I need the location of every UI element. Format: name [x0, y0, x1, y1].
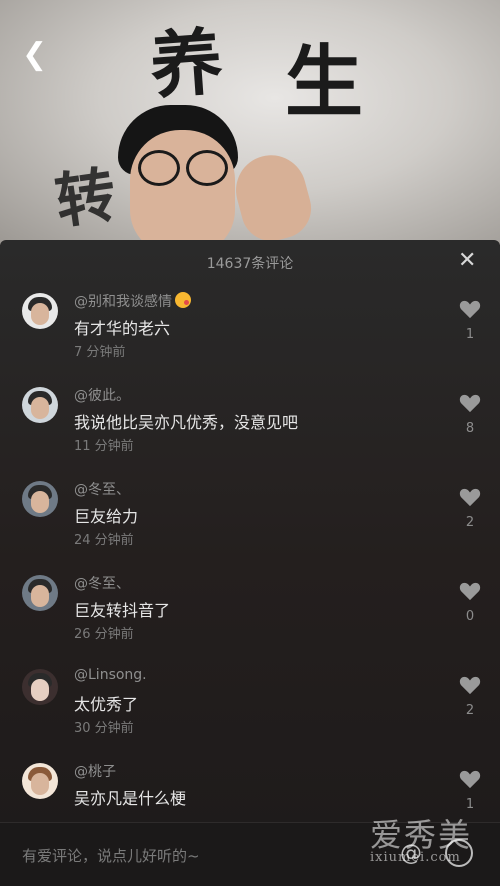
video-person	[110, 95, 320, 245]
comment-text: 巨友转抖音了	[74, 601, 171, 620]
comment-text: 巨友给力	[74, 507, 139, 526]
avatar[interactable]	[22, 575, 58, 611]
comment-count-title: 14637条评论	[206, 256, 294, 272]
comment-item[interactable]: @冬至、 巨友给力 24 分钟前 2	[0, 481, 500, 575]
kiss-emoji-icon	[175, 292, 191, 308]
comment-text: 有才华的老六	[74, 319, 171, 338]
watermark: 爱秀美 ixiumei.com	[370, 810, 472, 865]
comment-time: 11 分钟前	[74, 439, 134, 454]
heart-icon[interactable]	[459, 581, 481, 601]
comment-time: 30 分钟前	[74, 721, 134, 736]
comment-username[interactable]: @桃子	[74, 761, 116, 781]
comment-item[interactable]: @Linsong. 太优秀了 30 分钟前 2	[0, 667, 500, 763]
comment-input[interactable]: 有爱评论，说点儿好听的~	[22, 845, 200, 866]
comment-item[interactable]: @冬至、 巨友转抖音了 26 分钟前 0	[0, 575, 500, 669]
comment-username[interactable]: @冬至、	[74, 573, 130, 593]
comment-time: 24 分钟前	[74, 533, 134, 548]
comment-panel: 14637条评论 ✕ @别和我谈感情 有才华的老六 7 分钟前 1 @彼此。 我…	[0, 240, 500, 885]
heart-icon[interactable]	[459, 769, 481, 789]
comment-item[interactable]: @别和我谈感情 有才华的老六 7 分钟前 1	[0, 291, 500, 387]
heart-icon[interactable]	[459, 675, 481, 695]
watermark-url: ixiumei.com	[370, 850, 461, 865]
comment-time: 7 分钟前	[74, 345, 126, 360]
avatar[interactable]	[22, 293, 58, 329]
comment-time: 26 分钟前	[74, 627, 134, 642]
comment-text: 吴亦凡是什么梗	[74, 789, 187, 808]
avatar[interactable]	[22, 387, 58, 423]
comment-username[interactable]: @冬至、	[74, 479, 130, 499]
like-count: 2	[465, 515, 475, 530]
like-count: 8	[465, 421, 475, 436]
heart-icon[interactable]	[459, 487, 481, 507]
avatar[interactable]	[22, 669, 58, 705]
comment-text: 太优秀了	[74, 695, 139, 714]
like-count: 0	[465, 609, 475, 624]
comment-item[interactable]: @彼此。 我说他比吴亦凡优秀，没意见吧 11 分钟前 8	[0, 387, 500, 481]
like-count: 1	[465, 327, 475, 342]
back-icon[interactable]: ❮	[22, 40, 47, 70]
avatar[interactable]	[22, 763, 58, 799]
close-icon[interactable]: ✕	[458, 248, 476, 273]
comment-username[interactable]: @别和我谈感情	[74, 291, 191, 311]
heart-icon[interactable]	[459, 393, 481, 413]
comment-username[interactable]: @彼此。	[74, 385, 130, 405]
avatar[interactable]	[22, 481, 58, 517]
like-count: 2	[465, 703, 475, 718]
video-player[interactable]: 养 生 转 ❮	[0, 0, 500, 245]
comment-username[interactable]: @Linsong.	[74, 667, 147, 683]
heart-icon[interactable]	[459, 299, 481, 319]
comment-text: 我说他比吴亦凡优秀，没意见吧	[74, 413, 299, 432]
